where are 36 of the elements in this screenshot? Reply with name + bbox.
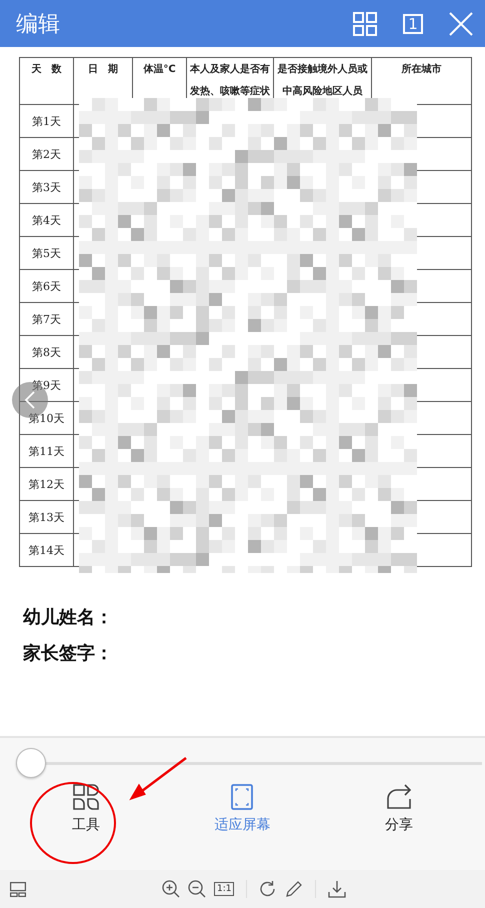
close-icon[interactable] bbox=[449, 12, 473, 36]
annotation-arrow bbox=[129, 757, 187, 800]
tool-button[interactable]: 工具 bbox=[31, 784, 142, 834]
window-title: 编辑 bbox=[16, 10, 61, 38]
column-header: 天 数 bbox=[20, 58, 74, 104]
rotate-icon[interactable] bbox=[259, 880, 278, 898]
tool-button[interactable]: 适应屏幕 bbox=[187, 784, 298, 834]
table-cell: 第8天 bbox=[20, 336, 74, 368]
slider-thumb[interactable] bbox=[16, 748, 46, 778]
form-label: 家长签字： bbox=[23, 642, 114, 665]
pencil-icon[interactable] bbox=[285, 880, 304, 898]
table-cell: 第5天 bbox=[20, 236, 74, 270]
table-cell: 第4天 bbox=[20, 204, 74, 236]
zoom-out-icon[interactable] bbox=[188, 880, 206, 898]
table-cell: 第13天 bbox=[20, 500, 74, 534]
layout-icon[interactable] bbox=[10, 882, 26, 896]
table-cell: 第14天 bbox=[20, 534, 74, 566]
tool-button[interactable]: 分享 bbox=[344, 784, 454, 834]
page-number-button[interactable]: 1 bbox=[403, 14, 423, 34]
table-cell: 第2天 bbox=[20, 138, 74, 170]
download-icon[interactable] bbox=[328, 880, 346, 898]
table-cell: 第10天 bbox=[20, 402, 74, 434]
tools-icon bbox=[73, 784, 100, 810]
zoom-in-icon[interactable] bbox=[162, 880, 180, 898]
table-cell: 第6天 bbox=[20, 270, 74, 302]
form-label: 幼儿姓名： bbox=[23, 606, 114, 629]
chevron-left-icon bbox=[23, 390, 37, 410]
table-cell: 第12天 bbox=[20, 468, 74, 500]
fit-screen-icon bbox=[231, 784, 254, 810]
table-cell: 第1天 bbox=[20, 104, 74, 138]
table-cell: 第11天 bbox=[20, 434, 74, 468]
table-cell: 第7天 bbox=[20, 302, 74, 336]
grid-icon[interactable] bbox=[353, 12, 377, 36]
share-icon bbox=[384, 784, 413, 810]
actual-size-button[interactable]: 1:1 bbox=[214, 882, 234, 896]
table-cell: 第3天 bbox=[20, 170, 74, 204]
